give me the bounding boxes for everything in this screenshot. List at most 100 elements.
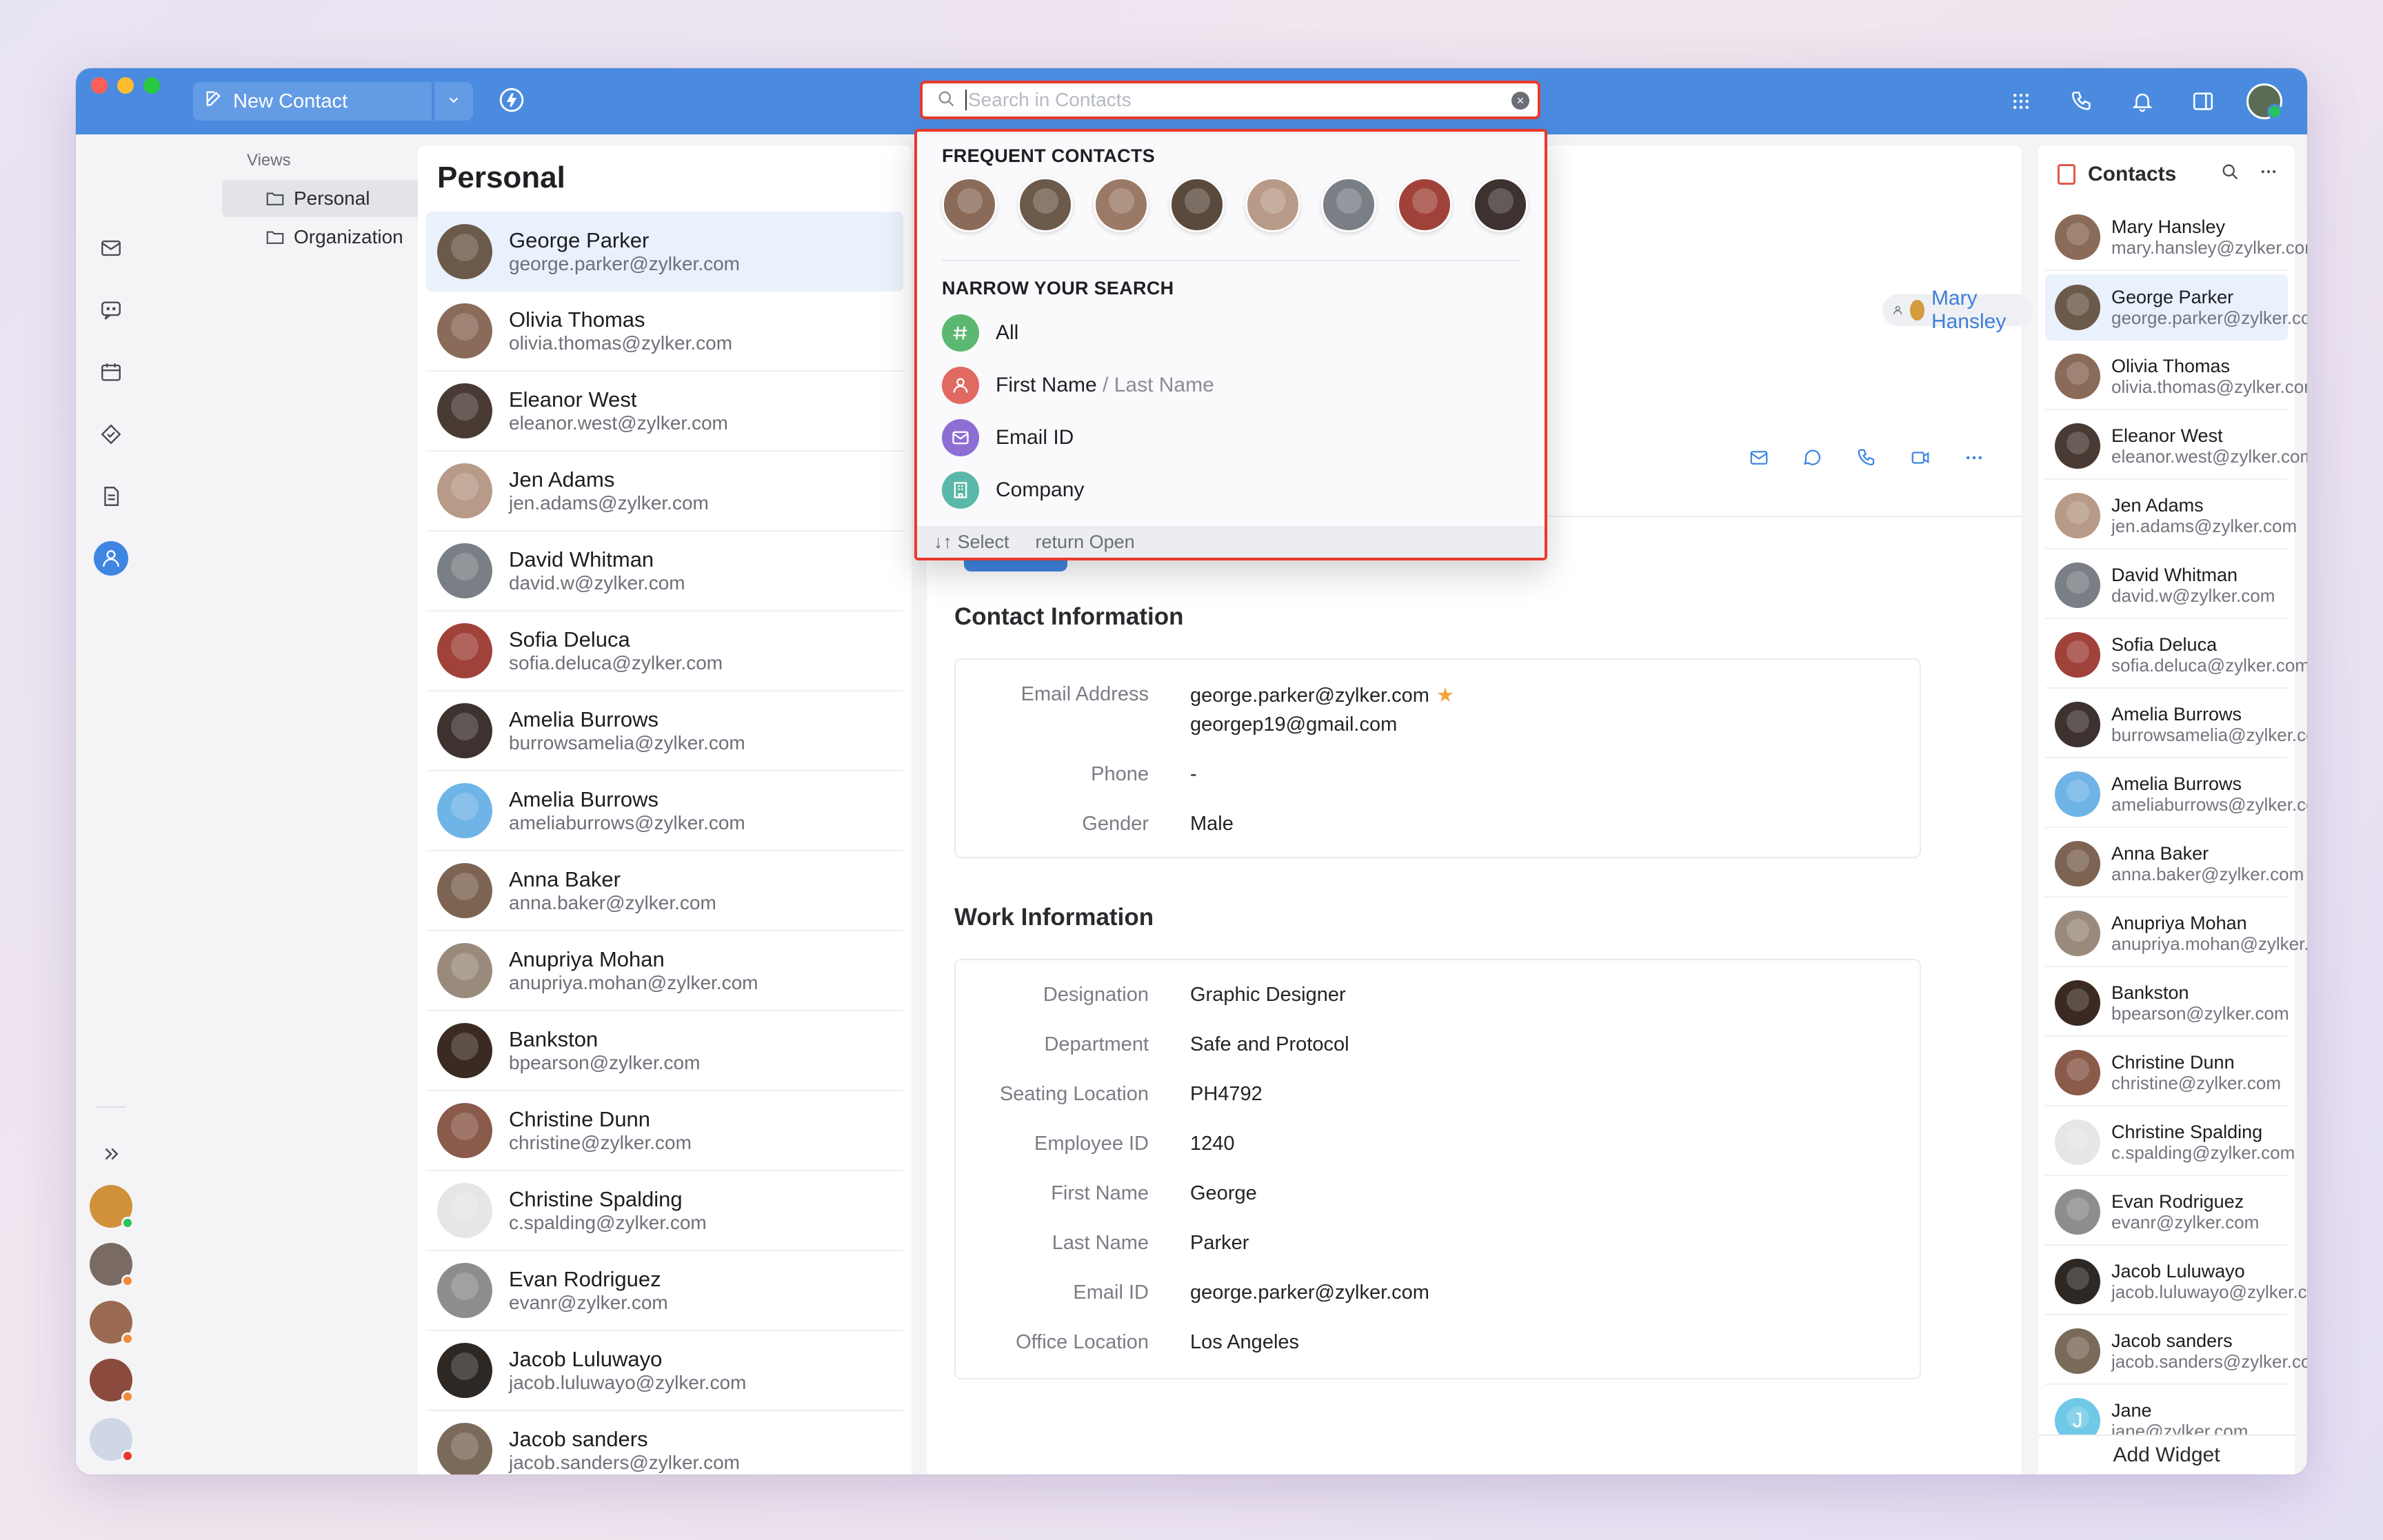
new-contact-button[interactable]: New Contact [193,82,432,121]
email-action-button[interactable] [1747,446,1771,469]
contact-list-item[interactable]: Christine Spalding c.spalding@zylker.com [426,1171,903,1251]
owner-chip[interactable]: Mary Hansley [1882,287,2033,333]
contact-list-item[interactable]: Christine Dunn christine@zylker.com [426,1091,903,1171]
widget-contact-item[interactable]: Anupriya Mohananupriya.mohan@zylker.com [2045,901,2307,967]
quick-actions-button[interactable] [498,88,525,115]
contact-text: Jacob sanders jacob.sanders@zylker.com [509,1427,740,1473]
chat-action-button[interactable] [1801,446,1824,469]
frequent-contact-avatar[interactable] [1018,177,1073,232]
frequent-contact-avatar[interactable] [1321,177,1376,232]
filter-option-name[interactable]: First Name / Last Name [942,366,1214,405]
widget-search-button[interactable] [2220,162,2240,185]
contact-list-item[interactable]: David Whitman david.w@zylker.com [426,531,903,611]
minimize-window-button[interactable] [117,77,134,94]
field-label: Email Address [1020,683,1149,705]
contact-text: Eleanor West eleanor.west@zylker.com [509,387,728,434]
field-value: george.parker@zylker.com [1190,1281,1429,1304]
search-input[interactable]: Search in Contacts [968,89,1132,111]
contact-list-item[interactable]: Jen Adams jen.adams@zylker.com [426,452,903,531]
rail-notes[interactable] [94,479,128,514]
rail-chat-avatar[interactable] [90,1359,134,1403]
widget-contact-item[interactable]: George Parker george.parker@zylker.com [2045,274,2307,341]
contact-list-item[interactable]: George Parker george.parker@zylker.com [426,212,903,292]
widget-more-button[interactable] [2259,162,2278,185]
contact-name: Eleanor West [2111,425,2223,447]
rail-contacts[interactable] [94,541,128,576]
contact-list-item[interactable]: Jacob Luluwayo jacob.luluwayo@zylker.com [426,1331,903,1411]
rail-tasks[interactable] [94,417,128,452]
frequent-contact-avatar[interactable] [1397,177,1452,232]
field-value[interactable]: george.parker@zylker.com ★ [1190,683,1454,707]
frequent-contact-avatar[interactable] [1094,177,1149,232]
frequent-contact-avatar[interactable] [1169,177,1225,232]
widget-contact-item[interactable]: Eleanor West eleanor.west@zylker.com [2045,414,2307,480]
contact-list-item[interactable]: Olivia Thomas olivia.thomas@zylker.com [426,292,903,372]
apps-grid-button[interactable] [2004,84,2038,119]
filter-option-company[interactable]: Company [942,471,1084,509]
contact-text: Sofia Deluca sofia.deluca@zylker.com [2111,634,2307,675]
contact-info-card: Email Address george.parker@zylker.com ★ … [954,658,1921,858]
contact-list-item[interactable]: Anna Baker anna.baker@zylker.com [426,851,903,931]
widget-contact-item[interactable]: Christine Spalding c.spalding@zylker.com [2045,1110,2295,1176]
video-action-button[interactable] [1909,446,1932,469]
widget-contact-item[interactable]: Sofia Deluca sofia.deluca@zylker.com [2045,622,2307,689]
contact-list-item[interactable]: Eleanor West eleanor.west@zylker.com [426,372,903,452]
more-actions-button[interactable] [1962,446,1986,469]
rail-chat-avatar[interactable] [90,1243,134,1287]
search-bar[interactable]: Search in Contacts × [920,81,1540,119]
rail-group-avatar[interactable] [90,1185,134,1229]
contact-text: Evan Rodriguez evanr@zylker.com [2111,1191,2259,1232]
widget-contact-item[interactable]: Bankston bpearson@zylker.com [2045,971,2289,1037]
search-icon [936,89,956,112]
widget-contact-item[interactable]: Jacob Luluwayojacob.luluwayo@zylker.com [2045,1249,2307,1315]
task-check-icon [101,424,121,445]
close-window-button[interactable] [91,77,108,94]
contact-name: Anna Baker [2111,843,2209,864]
frequent-contact-avatar[interactable] [1245,177,1300,232]
toggle-panel-button[interactable] [2186,84,2220,119]
notifications-button[interactable] [2125,84,2160,119]
rail-calendar[interactable] [94,355,128,389]
expand-rail-button[interactable] [94,1137,128,1171]
contact-list-item[interactable]: Anupriya Mohan anupriya.mohan@zylker.com [426,931,903,1011]
contact-list-item[interactable]: Jacob sanders jacob.sanders@zylker.com [426,1411,903,1475]
contact-email: jen.adams@zylker.com [2111,515,2297,536]
widget-contact-item[interactable]: Anna Baker anna.baker@zylker.com [2045,831,2304,898]
contact-list-item[interactable]: Bankston bpearson@zylker.com [426,1011,903,1091]
zoom-window-button[interactable] [143,77,160,94]
call-action-button[interactable] [1855,446,1878,469]
widget-contact-item[interactable]: Evan Rodriguez evanr@zylker.com [2045,1179,2288,1246]
rail-mail[interactable] [94,231,128,265]
search-icon [2222,164,2238,180]
widget-contact-item[interactable]: Jen Adams jen.adams@zylker.com [2045,483,2297,549]
widget-contact-item[interactable]: Amelia Burrowsameliaburrows@zylker.com [2045,762,2307,828]
contact-list-item[interactable]: Sofia Deluca sofia.deluca@zylker.com [426,611,903,691]
filter-option-email[interactable]: Email ID [942,418,1074,457]
call-button[interactable] [2064,84,2099,119]
avatar [2055,214,2100,260]
widget-contact-item[interactable]: Jacob sanders jacob.sanders@zylker.com [2045,1319,2307,1385]
widget-contact-item[interactable]: Olivia Thomas olivia.thomas@zylker.com [2045,344,2307,410]
contact-text: Sofia Deluca sofia.deluca@zylker.com [509,627,723,673]
widget-contact-item[interactable]: Christine Dunn christine@zylker.com [2045,1040,2288,1106]
contact-info-title: Contact Information [954,603,1184,630]
frequent-contact-avatar[interactable] [1473,177,1528,232]
widget-contact-item[interactable]: Amelia Burrowsburrowsamelia@zylker.com [2045,692,2307,758]
contact-list-item[interactable]: Evan Rodriguez evanr@zylker.com [426,1251,903,1331]
widget-contact-item[interactable]: Mary Hansley mary.hansley@zylker.com [2045,205,2307,271]
filter-option-all[interactable]: All [942,314,1018,352]
avatar [2055,1189,2100,1235]
contact-text: Olivia Thomas olivia.thomas@zylker.com [509,307,732,354]
contact-list-item[interactable]: Amelia Burrows ameliaburrows@zylker.com [426,771,903,851]
avatar [437,463,492,518]
contact-list-item[interactable]: Amelia Burrows burrowsamelia@zylker.com [426,691,903,771]
rail-chat[interactable] [94,293,128,327]
rail-chat-avatar[interactable] [90,1301,134,1345]
new-contact-dropdown-button[interactable] [434,82,473,121]
frequent-contact-avatar[interactable] [942,177,997,232]
user-avatar[interactable] [2246,83,2282,119]
clear-search-icon[interactable]: × [1511,92,1529,110]
field-value[interactable]: georgep19@gmail.com [1190,713,1397,736]
rail-bot-avatar[interactable] [90,1418,134,1462]
widget-contact-item[interactable]: David Whitman david.w@zylker.com [2045,553,2288,619]
